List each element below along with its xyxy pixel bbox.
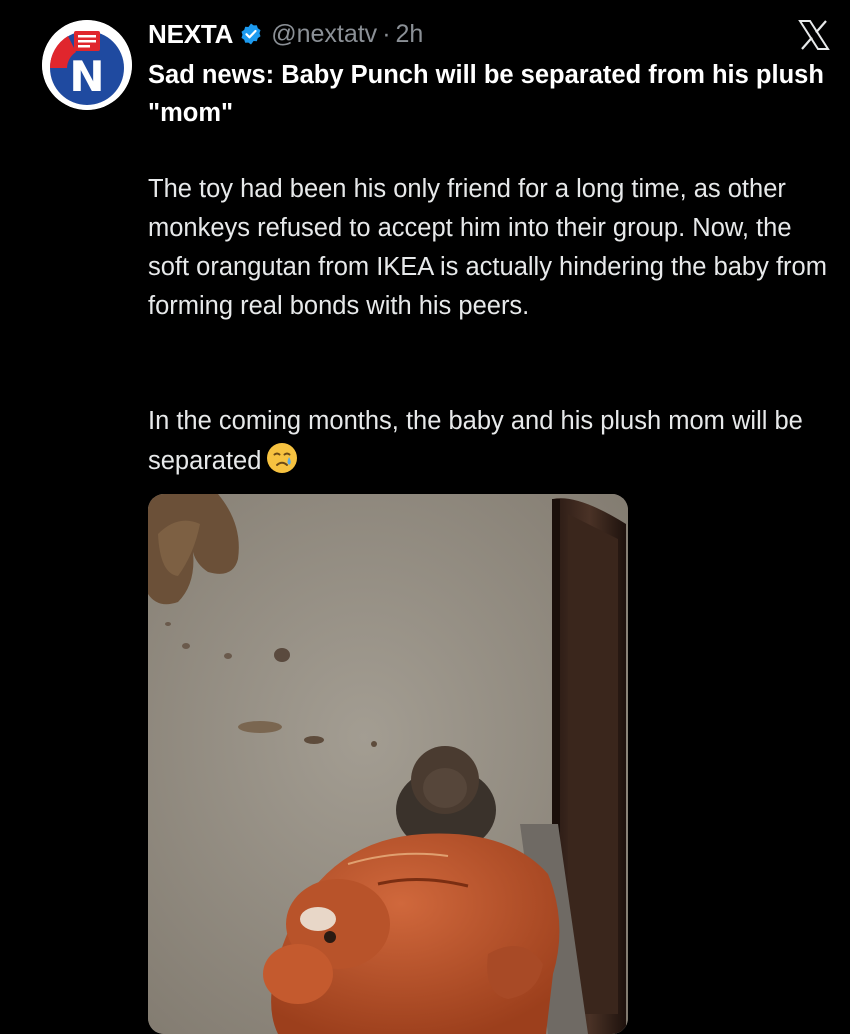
- crying-face-emoji: [265, 441, 299, 475]
- post-paragraph-2: In the coming months, the baby and his p…: [148, 402, 838, 481]
- tweet: N NEXTA @nextatv · 2h Sad news: Baby Pun…: [0, 0, 850, 1034]
- x-logo-icon[interactable]: [798, 20, 830, 50]
- nexta-logo-icon: N: [42, 20, 132, 110]
- avatar-letter: N: [69, 52, 104, 101]
- post-headline: Sad news: Baby Punch will be separated f…: [148, 61, 824, 127]
- separator-dot: ·: [382, 19, 391, 48]
- account-name[interactable]: NEXTA: [148, 19, 233, 50]
- post-image[interactable]: [148, 494, 628, 1034]
- post-paragraph-2-text: In the coming months, the baby and his p…: [148, 407, 803, 475]
- avatar[interactable]: N: [42, 20, 132, 110]
- post-paragraph-1: The toy had been his only friend for a l…: [148, 175, 827, 320]
- timestamp[interactable]: 2h: [396, 20, 424, 49]
- account-handle[interactable]: @nextatv: [271, 20, 377, 49]
- tweet-header: NEXTA @nextatv · 2h: [148, 16, 423, 52]
- verified-badge-icon: [239, 22, 263, 46]
